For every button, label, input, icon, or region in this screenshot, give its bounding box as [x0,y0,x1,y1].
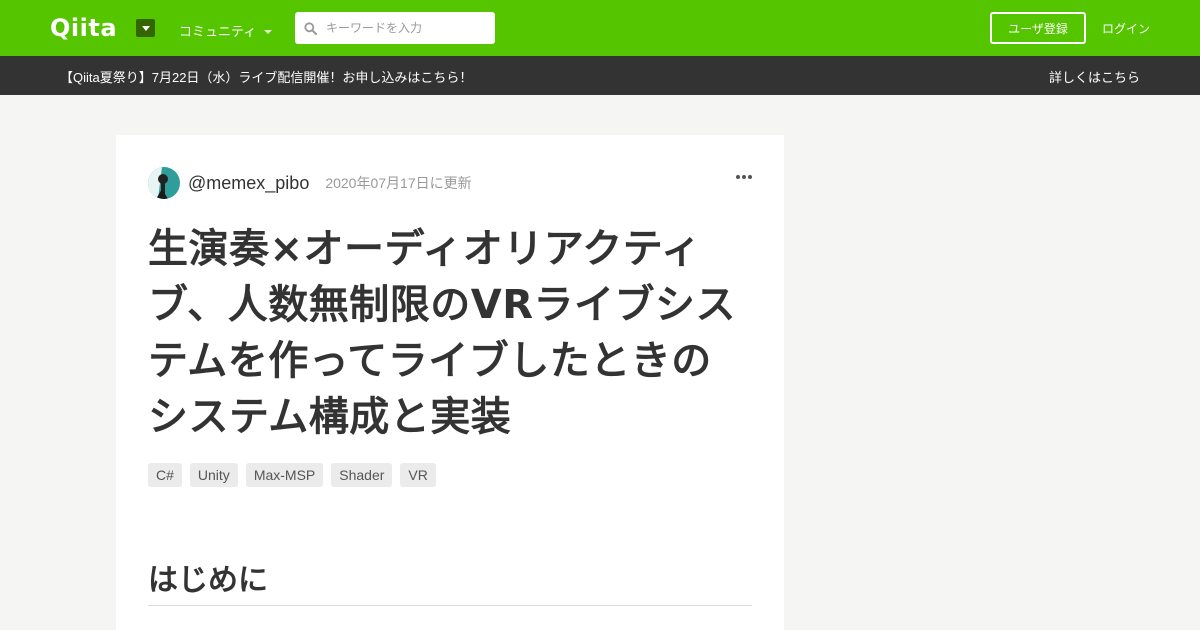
author-username[interactable]: @memex_pibo [188,173,309,194]
login-link[interactable]: ログイン [1102,20,1150,37]
section-heading: はじめに [148,555,752,606]
top-navbar: Qiita コミュニティ ユーザ登録 ログイン [0,0,1200,56]
signup-button[interactable]: ユーザ登録 [990,12,1086,44]
search-icon [304,21,317,35]
search-input[interactable] [326,21,486,35]
community-label: コミュニティ [179,24,257,39]
service-menu-dropdown-icon[interactable] [136,19,155,37]
announcement-details-link[interactable]: 詳しくはこちら [1049,67,1140,86]
chevron-down-icon [264,29,273,34]
logo-text: Qiita [50,14,118,42]
tag-item[interactable]: VR [400,463,436,487]
announcement-bar: 【Qiita夏祭り】7月22日（水）ライブ配信開催！お申し込みはこちら！ 詳しく… [0,56,1200,95]
qiita-logo[interactable]: Qiita [50,15,117,41]
tag-item[interactable]: Shader [331,463,393,487]
tag-item[interactable]: Unity [189,463,238,487]
article-card: @memex_pibo 2020年07月17日に更新 生演奏×オーディオリアクテ… [116,135,784,630]
tag-item[interactable]: Max-MSP [245,463,324,487]
author-info: @memex_pibo 2020年07月17日に更新 [148,167,472,199]
community-menu[interactable]: コミュニティ [179,21,273,40]
avatar[interactable] [148,167,180,199]
announcement-text[interactable]: 【Qiita夏祭り】7月22日（水）ライブ配信開催！お申し込みはこちら！ [60,67,472,86]
more-options-icon[interactable] [736,175,752,179]
updated-date: 2020年07月17日に更新 [325,175,472,191]
tag-list: C# Unity Max-MSP Shader VR [148,463,436,487]
search-box[interactable] [295,12,495,44]
tag-item[interactable]: C# [148,463,182,487]
article-title: 生演奏×オーディオリアクティブ、人数無制限のVRライブシステムを作ってライブした… [148,226,737,440]
